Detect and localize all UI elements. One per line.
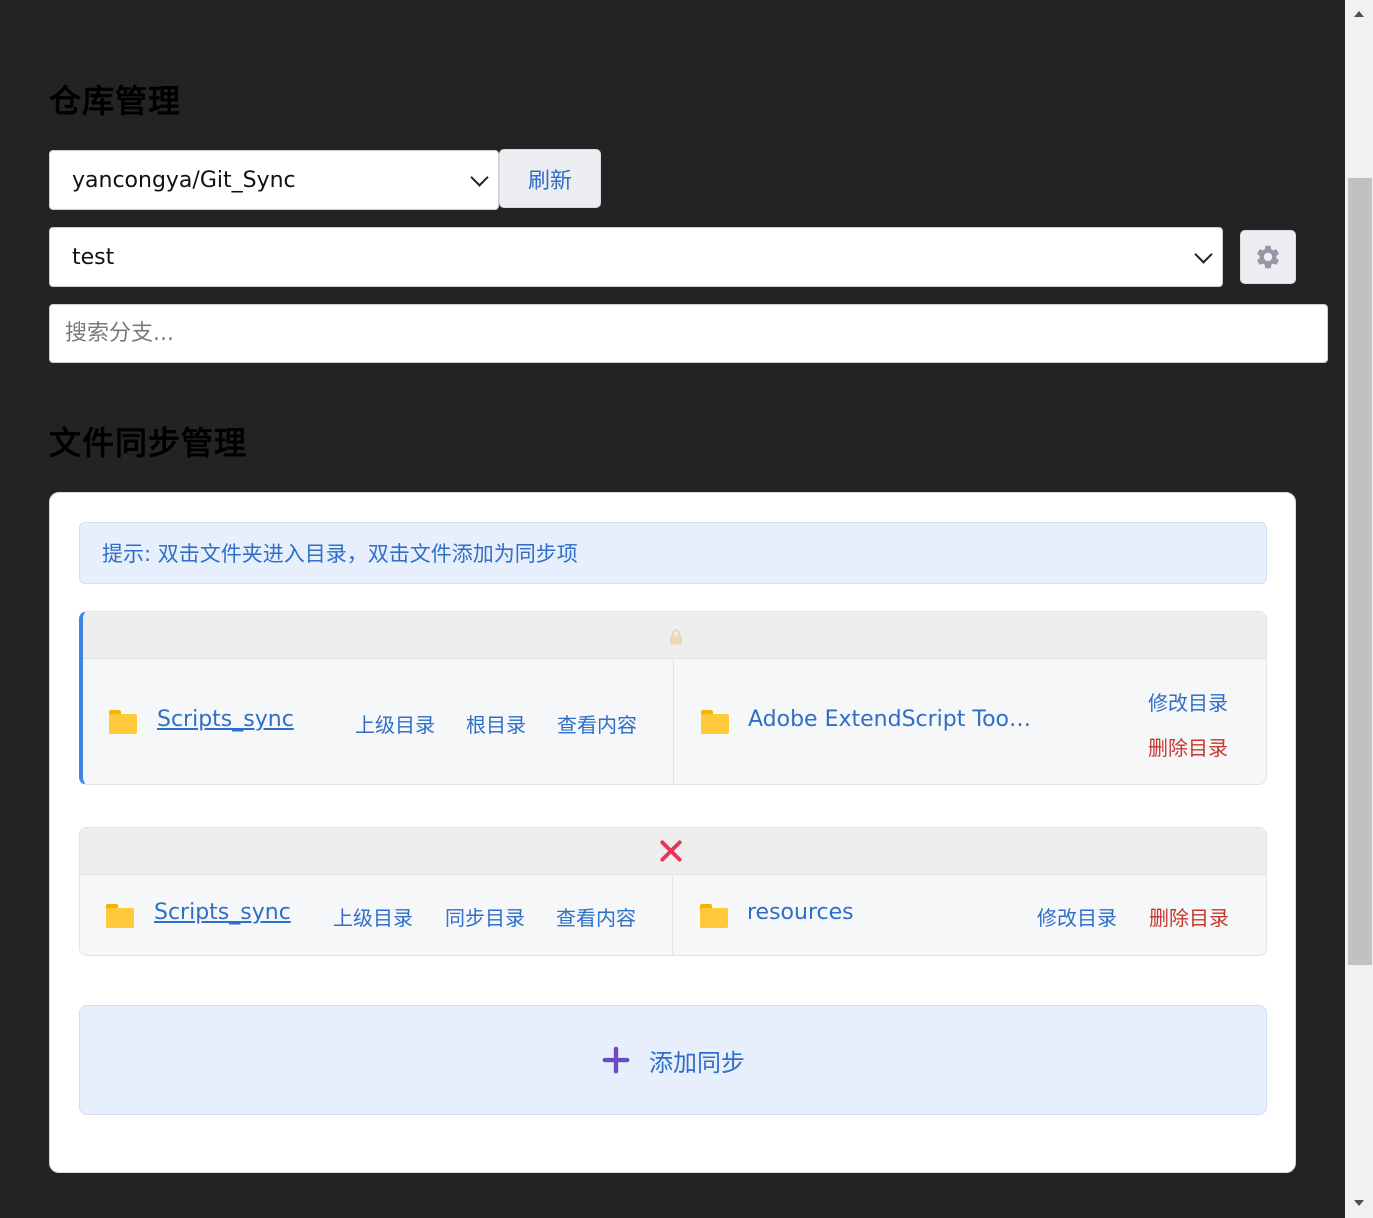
repo-management-title: 仓库管理 [49, 82, 182, 120]
chevron-down-icon [1194, 245, 1213, 264]
root-dir-link[interactable]: 根目录 [466, 709, 526, 738]
sync-panel: 提示: 双击文件夹进入目录，双击文件添加为同步项 Scripts_sync 上级… [49, 492, 1296, 1173]
edit-dir-link[interactable]: 修改目录 [1148, 687, 1228, 716]
plus-icon [602, 1046, 630, 1074]
divider [673, 658, 674, 784]
hint-banner: 提示: 双击文件夹进入目录，双击文件添加为同步项 [79, 522, 1267, 584]
sync-dir-link[interactable]: 同步目录 [445, 902, 525, 931]
parent-dir-link[interactable]: 上级目录 [333, 902, 413, 931]
repo-select[interactable]: yancongya/Git_Sync [49, 150, 499, 210]
folder-icon [106, 904, 134, 928]
repo-select-value: yancongya/Git_Sync [72, 167, 296, 193]
refresh-button[interactable]: 刷新 [499, 149, 601, 208]
folder-icon [109, 710, 137, 734]
branch-select[interactable]: test [49, 227, 1223, 287]
target-folder-name[interactable]: Adobe ExtendScript Too… [748, 707, 1031, 732]
x-icon [660, 840, 682, 862]
settings-button[interactable] [1240, 230, 1296, 284]
add-sync-button[interactable]: 添加同步 [79, 1005, 1267, 1115]
source-folder-link[interactable]: Scripts_sync [154, 900, 291, 925]
divider [672, 874, 673, 955]
sync-item[interactable]: Scripts_sync 上级目录 同步目录 查看内容 resources 修改… [79, 827, 1267, 956]
file-sync-title: 文件同步管理 [49, 424, 248, 462]
delete-dir-link[interactable]: 删除目录 [1149, 902, 1229, 931]
view-content-link[interactable]: 查看内容 [556, 902, 636, 931]
folder-icon [700, 904, 728, 928]
add-sync-label: 添加同步 [649, 1048, 745, 1077]
sync-item-header [83, 612, 1266, 659]
page: 仓库管理 yancongya/Git_Sync 刷新 test 文件同步管理 提… [0, 0, 1345, 1218]
parent-dir-link[interactable]: 上级目录 [355, 709, 435, 738]
edit-dir-link[interactable]: 修改目录 [1037, 902, 1117, 931]
folder-icon [701, 710, 729, 734]
target-folder-name[interactable]: resources [747, 900, 854, 925]
scroll-up-arrow-icon[interactable] [1354, 11, 1364, 17]
gear-icon [1257, 245, 1279, 269]
lock-icon [670, 629, 682, 645]
branch-search-input[interactable] [49, 304, 1328, 363]
scroll-thumb[interactable] [1348, 178, 1372, 965]
chevron-down-icon [470, 168, 489, 187]
branch-select-value: test [72, 244, 115, 270]
view-content-link[interactable]: 查看内容 [557, 709, 637, 738]
delete-dir-link[interactable]: 删除目录 [1148, 732, 1228, 761]
source-folder-link[interactable]: Scripts_sync [157, 707, 294, 732]
scroll-down-arrow-icon[interactable] [1354, 1200, 1364, 1206]
sync-item-header [80, 828, 1266, 875]
sync-item[interactable]: Scripts_sync 上级目录 根目录 查看内容 Adobe ExtendS… [79, 611, 1267, 785]
scrollbar[interactable] [1345, 0, 1373, 1218]
